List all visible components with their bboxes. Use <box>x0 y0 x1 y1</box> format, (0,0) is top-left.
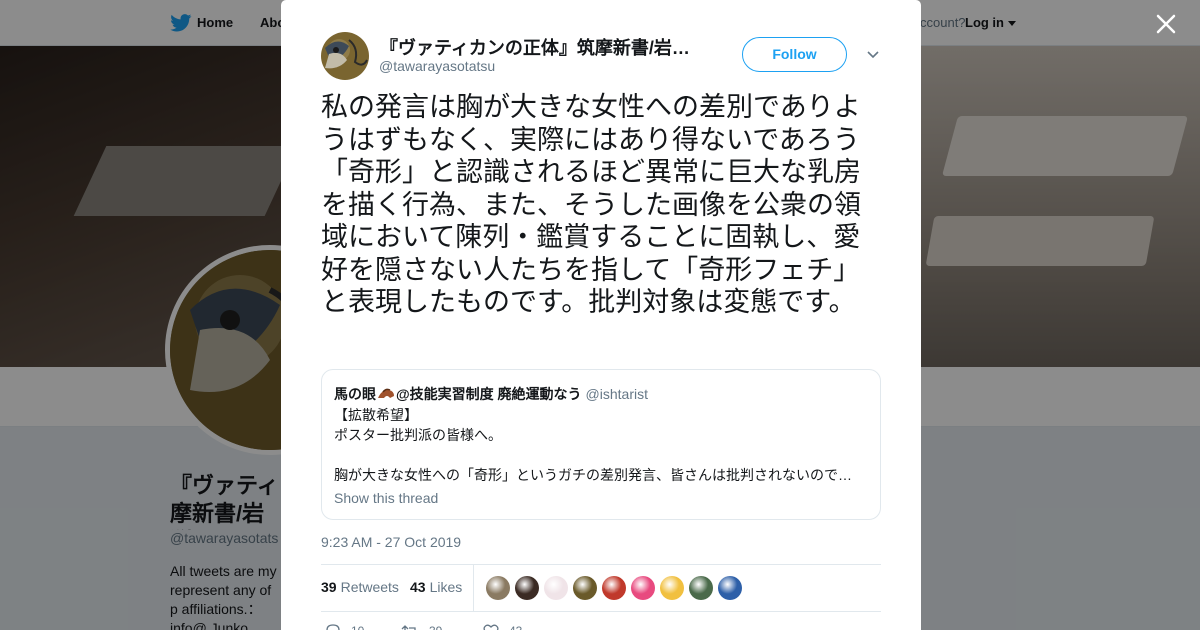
retweet-action-count: 39 <box>429 624 442 630</box>
retweets-count: 39 <box>321 579 337 595</box>
liker-avatar[interactable] <box>689 576 713 600</box>
quoted-line-3: 胸が大きな女性への「奇形」というガチの差別発言、皆さんは批判されないので… <box>334 467 852 483</box>
likes-count: 43 <box>410 579 426 595</box>
likes-stat[interactable]: 43 Likes <box>410 579 462 595</box>
chevron-down-icon[interactable] <box>866 50 880 60</box>
quoted-line-2: ポスター批判派の皆様へ。 <box>334 427 502 443</box>
tweet-actions: 10 39 43 <box>321 620 621 630</box>
liker-avatar[interactable] <box>544 576 568 600</box>
reply-action[interactable]: 10 <box>325 624 364 630</box>
liker-avatar[interactable] <box>660 576 684 600</box>
divider <box>321 564 881 565</box>
liker-avatar[interactable] <box>602 576 626 600</box>
retweet-action[interactable]: 39 <box>401 624 442 630</box>
liker-avatar[interactable] <box>573 576 597 600</box>
liker-avatars <box>486 576 742 600</box>
author-name[interactable]: 『ヴァティカンの正体』筑摩新書/岩… <box>380 34 700 60</box>
liker-avatar[interactable] <box>515 576 539 600</box>
show-thread-link[interactable]: Show this thread <box>334 490 438 506</box>
quoted-author-handle: @ishtarist <box>585 386 648 402</box>
stats-divider <box>473 565 474 611</box>
likes-label: Likes <box>429 579 463 595</box>
tweet-timestamp[interactable]: 9:23 AM - 27 Oct 2019 <box>321 534 461 550</box>
quoted-line-1: 【拡散希望】 <box>334 407 418 423</box>
quoted-tweet[interactable]: 馬の眼 @技能実習制度 廃絶運動なう @ishtarist 【拡散希望】 ポスター批… <box>321 369 881 520</box>
liker-avatar[interactable] <box>718 576 742 600</box>
quoted-author-name: 馬の眼 <box>334 386 376 402</box>
retweet-icon <box>401 625 416 630</box>
reply-count: 10 <box>351 624 364 630</box>
reply-icon <box>326 624 340 630</box>
author-handle[interactable]: @tawarayasotatsu <box>379 58 495 74</box>
follow-button[interactable]: Follow <box>742 37 847 72</box>
author-avatar[interactable] <box>321 32 369 80</box>
horse-emoji-icon <box>378 388 394 398</box>
like-action[interactable]: 43 <box>483 624 522 630</box>
liker-avatar[interactable] <box>631 576 655 600</box>
divider <box>321 611 881 612</box>
liker-avatar[interactable] <box>486 576 510 600</box>
heart-icon <box>483 624 499 630</box>
retweets-label: Retweets <box>340 579 399 595</box>
tweet-modal: 『ヴァティカンの正体』筑摩新書/岩… @tawarayasotatsu Foll… <box>281 0 921 630</box>
quoted-header: 馬の眼 @技能実習制度 廃絶運動なう @ishtarist <box>334 384 648 404</box>
quoted-author-name-suffix: @技能実習制度 廃絶運動なう <box>396 386 582 402</box>
like-action-count: 43 <box>509 624 522 630</box>
close-icon[interactable] <box>1150 8 1182 40</box>
retweets-stat[interactable]: 39 Retweets <box>321 579 399 595</box>
tweet-text: 私の発言は胸が大きな女性への差別でありようはずもなく、実際にはあり得ないであろう… <box>321 92 861 318</box>
